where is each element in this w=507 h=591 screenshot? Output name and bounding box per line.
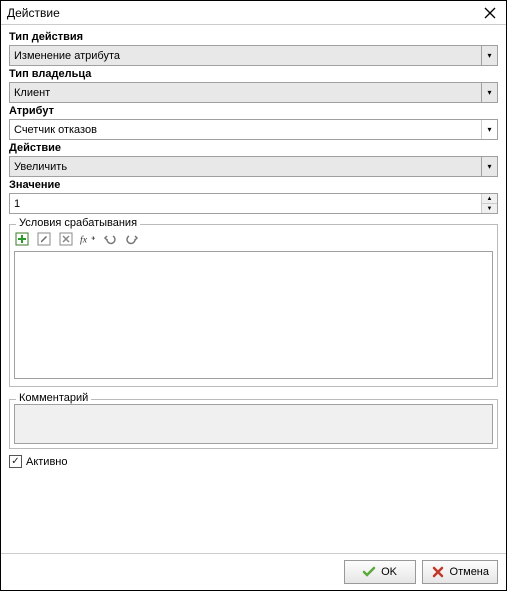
dialog-window: Действие Тип действия Изменение атрибута… [0,0,507,591]
fx-icon[interactable]: fx [80,231,96,247]
conditions-toolbar: fx [14,229,493,249]
edit-icon[interactable] [36,231,52,247]
delete-icon[interactable] [58,231,74,247]
field-action-type: Тип действия Изменение атрибута ▾ [9,31,498,66]
field-attribute: Атрибут Счетчик отказов ▾ [9,105,498,140]
combo-action-value: Увеличить [14,161,67,173]
field-owner-type: Тип владельца Клиент ▾ [9,68,498,103]
ok-button-label: OK [381,566,397,578]
svg-text:fx: fx [80,235,88,246]
add-icon[interactable] [14,231,30,247]
combo-action-type-value: Изменение атрибута [14,50,120,62]
undo-icon[interactable] [102,231,118,247]
legend-conditions: Условия срабатывания [16,217,140,229]
ok-button[interactable]: OK [344,560,416,584]
cancel-button[interactable]: Отмена [422,560,498,584]
combo-action[interactable]: Увеличить ▾ [9,156,498,177]
chevron-down-icon: ▾ [481,157,497,176]
fieldset-conditions: Условия срабатывания fx [9,224,498,387]
chevron-down-icon: ▾ [481,120,497,139]
comment-textarea[interactable] [14,404,493,444]
close-button[interactable] [480,3,500,23]
label-action-type: Тип действия [9,31,498,43]
fieldset-comment: Комментарий [9,399,498,449]
label-owner-type: Тип владельца [9,68,498,80]
conditions-textarea[interactable] [14,251,493,379]
content-area: Тип действия Изменение атрибута ▾ Тип вл… [1,25,506,553]
active-checkbox[interactable]: ✓ [9,455,22,468]
cancel-icon [431,565,445,579]
combo-owner-type[interactable]: Клиент ▾ [9,82,498,103]
cancel-button-label: Отмена [450,566,489,578]
active-row: ✓ Активно [9,455,498,468]
combo-owner-type-value: Клиент [14,87,50,99]
label-value: Значение [9,179,498,191]
close-icon [484,7,496,19]
window-title: Действие [7,6,60,20]
combo-attribute-value: Счетчик отказов [14,124,97,136]
spinner-buttons: ▲ ▼ [481,194,497,213]
combo-action-type[interactable]: Изменение атрибута ▾ [9,45,498,66]
field-value: Значение 1 ▲ ▼ [9,179,498,214]
chevron-down-icon: ▾ [481,46,497,65]
footer: OK Отмена [1,553,506,590]
active-label: Активно [26,456,68,468]
legend-comment: Комментарий [16,392,91,404]
titlebar: Действие [1,1,506,25]
spinner-value[interactable]: 1 ▲ ▼ [9,193,498,214]
spinner-down-button[interactable]: ▼ [482,204,497,213]
chevron-down-icon: ▾ [481,83,497,102]
label-attribute: Атрибут [9,105,498,117]
field-action: Действие Увеличить ▾ [9,142,498,177]
redo-icon[interactable] [124,231,140,247]
check-icon [362,565,376,579]
label-action: Действие [9,142,498,154]
spinner-up-button[interactable]: ▲ [482,194,497,204]
spinner-value-text: 1 [10,198,481,210]
combo-attribute[interactable]: Счетчик отказов ▾ [9,119,498,140]
